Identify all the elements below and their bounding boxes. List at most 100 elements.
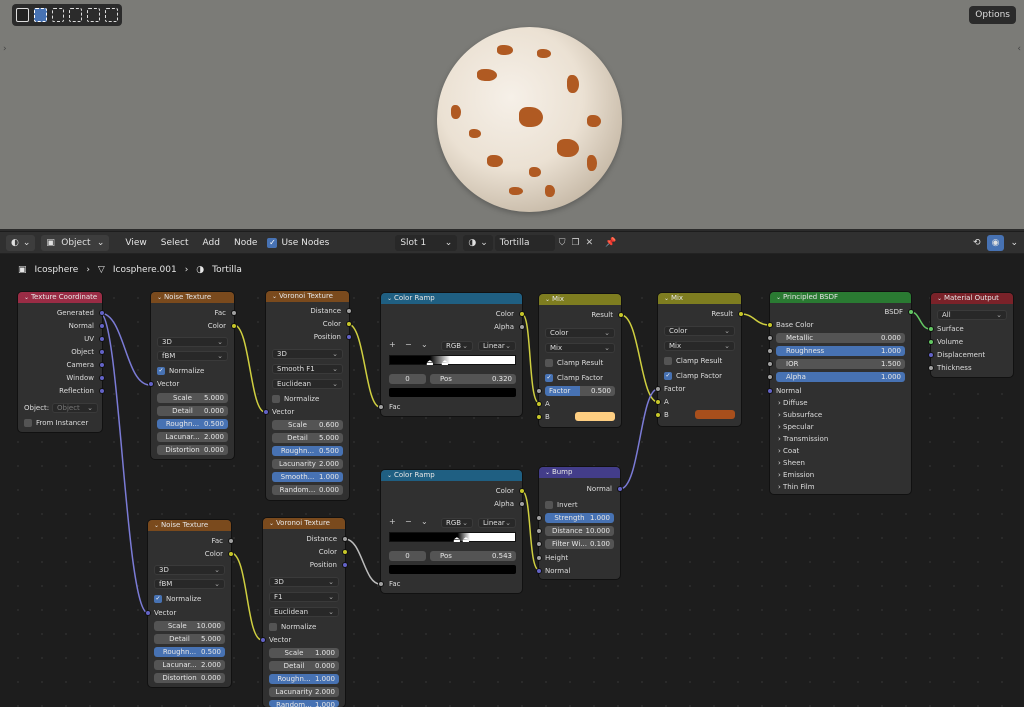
field-distortion[interactable]: Distortion 0.000 bbox=[157, 445, 228, 455]
socket-color[interactable] bbox=[342, 549, 348, 555]
blend-mode-dropdown[interactable]: Mix bbox=[664, 341, 735, 351]
socket-distance[interactable] bbox=[536, 528, 542, 534]
node-voronoi-texture-2[interactable]: Voronoi Texture Distance Color Position … bbox=[260, 518, 348, 707]
chevron-down-icon[interactable]: ⌄ bbox=[1010, 238, 1018, 248]
field-detail[interactable]: Detail 5.000 bbox=[154, 634, 225, 644]
socket-normal[interactable] bbox=[99, 323, 105, 329]
node-voronoi-texture-1[interactable]: Voronoi Texture Distance Color Position … bbox=[263, 291, 352, 500]
node-noise-texture-2[interactable]: Noise Texture Fac Color 3D fBM ✓ Normaliz… bbox=[145, 520, 234, 687]
socket-alpha[interactable] bbox=[519, 501, 525, 507]
stop-index-field[interactable]: 0 bbox=[389, 551, 426, 561]
color-mode-dropdown[interactable]: RGB bbox=[441, 518, 473, 528]
dimensions-dropdown[interactable]: 3D bbox=[272, 349, 343, 359]
unlink-material-icon[interactable]: ✕ bbox=[586, 238, 594, 248]
sidebar-expand-icon[interactable]: ‹ bbox=[1017, 44, 1021, 54]
duplicate-material-icon[interactable]: ❐ bbox=[572, 238, 580, 248]
remove-stop-icon[interactable]: − bbox=[405, 340, 412, 349]
node-mix-2[interactable]: Mix Result Color Mix Clamp Result ✓ Clamp… bbox=[655, 293, 744, 426]
field-roughness[interactable]: Roughn... 0.500 bbox=[154, 647, 225, 657]
feature-dropdown[interactable]: F1 bbox=[269, 592, 339, 602]
socket-alpha[interactable] bbox=[519, 324, 525, 330]
normalize-checkbox[interactable]: Normalize bbox=[272, 394, 319, 404]
socket-factor[interactable] bbox=[655, 386, 661, 392]
socket-vector[interactable] bbox=[145, 610, 151, 616]
snap-icon[interactable]: ⟲ bbox=[973, 238, 981, 248]
socket-distance[interactable] bbox=[342, 536, 348, 542]
socket-fac[interactable] bbox=[378, 581, 384, 587]
socket-a[interactable] bbox=[655, 399, 661, 405]
socket-a[interactable] bbox=[536, 401, 542, 407]
socket-displacement[interactable] bbox=[928, 352, 934, 358]
socket-fac[interactable] bbox=[228, 538, 234, 544]
socket-b[interactable] bbox=[655, 412, 661, 418]
object-shader-selector[interactable]: ▣ Object ⌄ bbox=[41, 234, 110, 251]
socket-strength[interactable] bbox=[536, 515, 542, 521]
clamp-result-checkbox[interactable]: Clamp Result bbox=[545, 358, 603, 368]
toolbar-expand-icon[interactable]: › bbox=[3, 44, 7, 54]
browse-material-button[interactable]: ◑ ⌄ bbox=[463, 234, 493, 251]
pin-icon[interactable]: 📌 bbox=[605, 238, 616, 248]
field-detail[interactable]: Detail 0.000 bbox=[269, 661, 339, 671]
socket-roughness[interactable] bbox=[767, 348, 773, 354]
dimensions-dropdown[interactable]: 3D bbox=[157, 337, 228, 347]
remove-stop-icon[interactable]: − bbox=[405, 517, 412, 526]
noise-type-dropdown[interactable]: fBM bbox=[157, 351, 228, 361]
socket-distance[interactable] bbox=[346, 308, 352, 314]
fake-user-shield-icon[interactable]: ⛉ bbox=[559, 238, 566, 248]
node-noise-texture-1[interactable]: Noise Texture Fac Color 3D fBM ✓ Normaliz… bbox=[148, 292, 237, 459]
socket-result[interactable] bbox=[618, 312, 624, 318]
field-distortion[interactable]: Distortion 0.000 bbox=[154, 673, 225, 683]
clamp-result-checkbox[interactable]: Clamp Result bbox=[664, 356, 722, 366]
clamp-factor-checkbox[interactable]: ✓ Clamp Factor bbox=[545, 373, 603, 383]
select-box-tool-icon[interactable] bbox=[16, 8, 29, 22]
data-type-dropdown[interactable]: Color bbox=[664, 326, 735, 336]
socket-volume[interactable] bbox=[928, 339, 934, 345]
ramp-stop-handle[interactable]: ⏏ bbox=[426, 358, 434, 367]
socket-thickness[interactable] bbox=[928, 365, 934, 371]
socket-position[interactable] bbox=[342, 562, 348, 568]
socket-color[interactable] bbox=[519, 311, 525, 317]
socket-height[interactable] bbox=[536, 555, 542, 561]
panel-specular[interactable]: › Specular bbox=[778, 422, 814, 432]
select-invert-icon[interactable] bbox=[87, 8, 101, 22]
socket-bsdf[interactable] bbox=[908, 309, 914, 315]
color-mode-dropdown[interactable]: RGB bbox=[441, 341, 473, 351]
clamp-factor-checkbox[interactable]: ✓ Clamp Factor bbox=[664, 371, 722, 381]
panel-subsurface[interactable]: › Subsurface bbox=[778, 410, 822, 420]
field-distance[interactable]: Distance 10.000 bbox=[545, 526, 614, 536]
factor-field[interactable]: Factor 0.500 bbox=[545, 386, 615, 396]
socket-vector[interactable] bbox=[260, 637, 266, 643]
invert-checkbox[interactable]: Invert bbox=[545, 500, 578, 510]
stop-position-field[interactable]: Pos 0.320 bbox=[430, 374, 516, 384]
interpolation-dropdown[interactable]: Linear bbox=[478, 518, 516, 528]
field-lacunarity[interactable]: Lacunarity 2.000 bbox=[272, 459, 343, 469]
socket-uv[interactable] bbox=[99, 336, 105, 342]
field-scale[interactable]: Scale 5.000 bbox=[157, 393, 228, 403]
ramp-gradient-bar[interactable] bbox=[389, 355, 516, 365]
select-extend-icon[interactable] bbox=[51, 8, 65, 22]
ramp-stop-handle[interactable]: ⏏ bbox=[441, 358, 449, 367]
socket-vector[interactable] bbox=[148, 381, 154, 387]
node-mix-1[interactable]: Mix Result Color Mix Clamp Result ✓ Clamp… bbox=[536, 294, 624, 427]
menu-view[interactable]: View bbox=[121, 238, 150, 248]
field-scale[interactable]: Scale 1.000 bbox=[269, 648, 339, 658]
socket-position[interactable] bbox=[346, 334, 352, 340]
field-roughness[interactable]: Roughn... 1.000 bbox=[269, 674, 339, 684]
stop-index-field[interactable]: 0 bbox=[389, 374, 426, 384]
use-nodes-checkbox[interactable]: ✓ Use Nodes bbox=[267, 237, 329, 248]
socket-fac[interactable] bbox=[378, 404, 384, 410]
field-scale[interactable]: Scale 10.000 bbox=[154, 621, 225, 631]
stop-position-field[interactable]: Pos 0.543 bbox=[430, 551, 516, 561]
interpolation-dropdown[interactable]: Linear bbox=[478, 341, 516, 351]
ramp-menu-chevron-icon[interactable]: ⌄ bbox=[421, 340, 428, 349]
socket-result[interactable] bbox=[738, 311, 744, 317]
panel-sheen[interactable]: › Sheen bbox=[778, 458, 805, 468]
options-button[interactable]: Options bbox=[969, 6, 1016, 24]
field-scale[interactable]: Scale 0.600 bbox=[272, 420, 343, 430]
socket-alpha[interactable] bbox=[767, 374, 773, 380]
select-intersect-icon[interactable] bbox=[105, 8, 118, 22]
field-lacunarity[interactable]: Lacunar... 2.000 bbox=[157, 432, 228, 442]
normalize-checkbox[interactable]: ✓ Normalize bbox=[154, 594, 201, 604]
socket-surface[interactable] bbox=[928, 326, 934, 332]
overlay-toggle[interactable]: ◉ bbox=[986, 234, 1005, 251]
